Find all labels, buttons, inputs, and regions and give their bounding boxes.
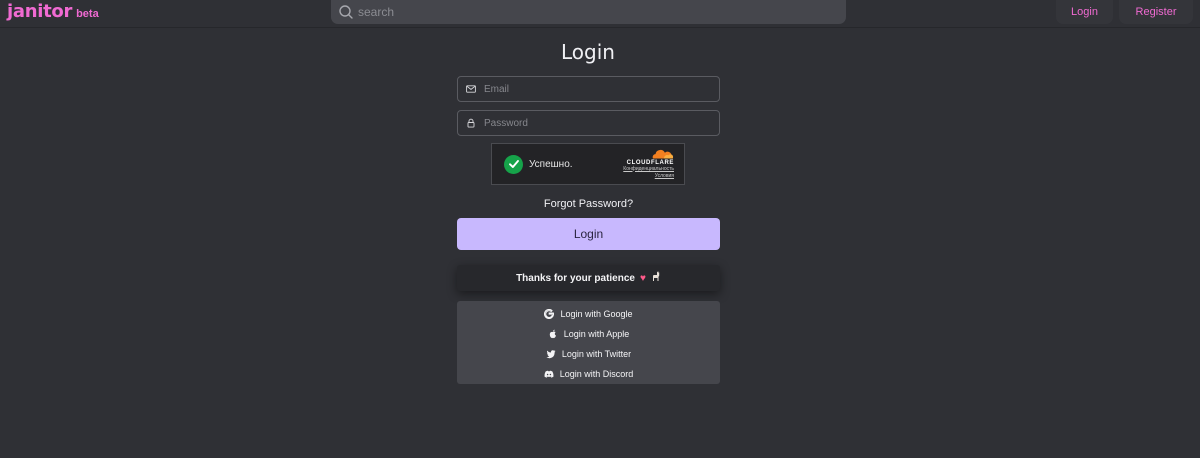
search-bar[interactable] bbox=[331, 0, 846, 24]
cloudflare-brand: CLOUDFLARE Конфиденциальность Условия bbox=[623, 149, 674, 180]
patience-notice: Thanks for your patience ♥ bbox=[457, 265, 720, 291]
google-icon bbox=[544, 309, 555, 319]
nav-register-button[interactable]: Register bbox=[1119, 0, 1193, 24]
login-twitter-button[interactable]: Login with Twitter bbox=[546, 344, 631, 364]
captcha-status: Успешно. bbox=[529, 158, 573, 170]
search-icon bbox=[338, 4, 354, 20]
twitter-icon bbox=[546, 349, 556, 359]
brand-name: janitor bbox=[7, 1, 73, 22]
password-input[interactable] bbox=[476, 111, 719, 135]
heart-icon: ♥ bbox=[639, 272, 646, 284]
notice-text: Thanks for your patience bbox=[516, 272, 635, 284]
lock-icon bbox=[466, 118, 476, 128]
nav-login-button[interactable]: Login bbox=[1056, 0, 1113, 24]
password-field[interactable] bbox=[457, 110, 720, 136]
cloudflare-cloud-icon bbox=[650, 149, 674, 159]
apple-icon bbox=[548, 329, 558, 339]
terms-link[interactable]: Условия bbox=[655, 173, 674, 180]
checkmark-icon bbox=[504, 154, 523, 174]
brand-logo[interactable]: janitor beta bbox=[7, 1, 99, 22]
beta-badge: beta bbox=[76, 8, 99, 20]
page-title: Login bbox=[561, 40, 615, 64]
top-navigation-bar: janitor beta Login Register bbox=[0, 0, 1200, 28]
login-discord-button[interactable]: Login with Discord bbox=[544, 364, 634, 384]
oauth-options: Login with Google Login with Apple Login… bbox=[457, 301, 720, 384]
email-input[interactable] bbox=[476, 77, 719, 101]
oauth-label: Login with Apple bbox=[563, 329, 630, 339]
mail-icon bbox=[466, 84, 476, 94]
discord-icon bbox=[544, 369, 554, 379]
oauth-label: Login with Twitter bbox=[561, 349, 632, 359]
email-field[interactable] bbox=[457, 76, 720, 102]
search-input[interactable] bbox=[354, 0, 846, 24]
forgot-password-link[interactable]: Forgot Password? bbox=[457, 198, 720, 210]
login-google-button[interactable]: Login with Google bbox=[544, 304, 633, 324]
llama-icon bbox=[651, 271, 661, 285]
login-apple-button[interactable]: Login with Apple bbox=[548, 324, 630, 344]
oauth-label: Login with Google bbox=[560, 309, 633, 319]
cloudflare-captcha[interactable]: Успешно. CLOUDFLARE Конфиденциальность У… bbox=[491, 143, 685, 185]
privacy-link[interactable]: Конфиденциальность bbox=[623, 166, 674, 173]
login-submit-button[interactable]: Login bbox=[457, 218, 720, 250]
oauth-label: Login with Discord bbox=[559, 369, 634, 379]
